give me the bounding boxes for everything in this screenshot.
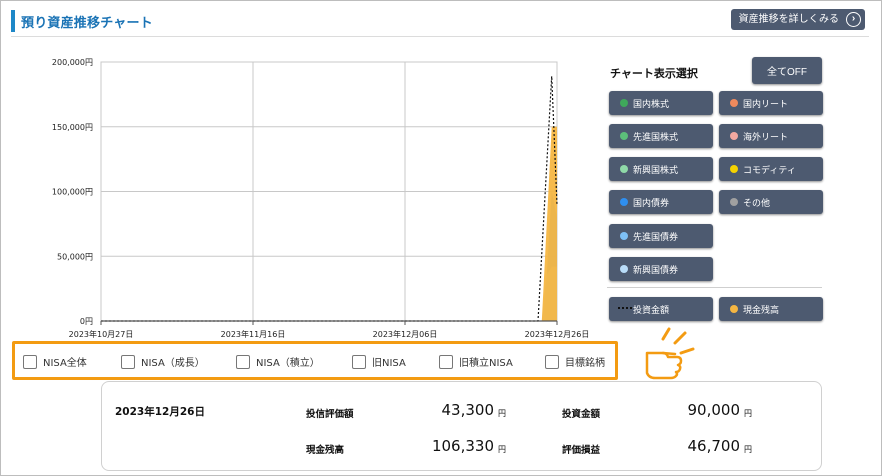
dot-icon xyxy=(730,305,738,313)
filter-label: 目標銘柄 xyxy=(565,358,605,369)
category-button-8[interactable]: その他 xyxy=(719,190,823,214)
category-label: コモディティ xyxy=(743,164,796,175)
filter-option-6[interactable]: 目標銘柄 xyxy=(545,353,605,370)
fund-value: 43,300 xyxy=(441,401,495,419)
filter-label: NISA（積立） xyxy=(256,358,320,369)
filter-checkbox[interactable] xyxy=(439,354,453,369)
y-tick-label: 200,000円 xyxy=(52,58,93,67)
header: 預り資産推移チャート 資産推移を詳しくみる › xyxy=(11,9,869,37)
dotted-line-icon xyxy=(618,307,632,309)
filter-checkbox[interactable] xyxy=(545,354,559,369)
dot-icon xyxy=(730,198,738,206)
filter-checkbox[interactable] xyxy=(236,354,250,369)
filter-option-4[interactable]: 旧NISA xyxy=(352,353,406,370)
dot-icon xyxy=(620,165,628,173)
category-label: 国内株式 xyxy=(633,98,670,109)
dot-icon xyxy=(620,232,628,240)
x-tick-label: 2023年12月06日 xyxy=(373,329,438,339)
investment-label: 投資金額 xyxy=(562,409,601,420)
chevron-right-circle-icon: › xyxy=(846,12,861,27)
category-button-2[interactable]: 国内リート xyxy=(719,91,823,115)
category-button-7[interactable]: 国内債券 xyxy=(609,190,713,214)
filter-option-3[interactable]: NISA（積立） xyxy=(236,353,320,370)
y-tick-label: 0円 xyxy=(80,317,93,326)
fund-value-unit: 円 xyxy=(498,409,506,418)
nisa-filter-bar: NISA全体 NISA（成長） NISA（積立） 旧NISA 旧積立NISA 目標銘柄 xyxy=(12,341,618,380)
cash-label: 現金残高 xyxy=(306,445,345,456)
x-tick-label: 2023年11月16日 xyxy=(221,329,286,339)
category-button-4[interactable]: 海外リート xyxy=(719,124,823,148)
category-label: 新興国債券 xyxy=(633,264,679,275)
all-off-button[interactable]: 全てOFF xyxy=(752,57,822,84)
category-label: 先進国債券 xyxy=(633,231,679,242)
category-label: 新興国株式 xyxy=(633,164,679,175)
pl-unit: 円 xyxy=(744,445,752,454)
category-label: 海外リート xyxy=(743,131,789,142)
dot-icon xyxy=(620,265,628,273)
asset-detail-button[interactable]: 資産推移を詳しくみる › xyxy=(730,9,865,30)
category-button-11[interactable]: 投資金額 xyxy=(609,297,713,321)
category-button-5[interactable]: 新興国株式 xyxy=(609,157,713,181)
y-tick-label: 50,000円 xyxy=(57,252,93,261)
category-button-1[interactable]: 国内株式 xyxy=(609,91,713,115)
fund-value-label: 投信評価額 xyxy=(306,409,354,420)
cash-value: 106,330 xyxy=(431,437,494,455)
dot-icon xyxy=(730,165,738,173)
investment-unit: 円 xyxy=(744,409,752,418)
filter-checkbox[interactable] xyxy=(121,354,135,369)
filter-option-1[interactable]: NISA全体 xyxy=(23,353,87,370)
app-frame: 預り資産推移チャート 資産推移を詳しくみる › 200,000円 150,000円… xyxy=(0,0,882,476)
panel-title: チャート表示選択 xyxy=(610,67,698,80)
pl-label: 評価損益 xyxy=(562,445,601,456)
category-label: 国内債券 xyxy=(633,197,670,208)
category-button-9[interactable]: 先進国債券 xyxy=(609,224,713,248)
pl-value: 46,700 xyxy=(687,437,741,455)
filter-option-2[interactable]: NISA（成長） xyxy=(121,353,205,370)
dot-icon xyxy=(620,198,628,206)
cash-unit: 円 xyxy=(498,445,506,454)
page-title: 預り資産推移チャート xyxy=(21,16,153,31)
x-tick-label: 2023年10月27日 xyxy=(69,329,134,339)
category-label: 先進国株式 xyxy=(633,131,679,142)
y-tick-label: 150,000円 xyxy=(52,123,93,132)
dot-icon xyxy=(620,132,628,140)
panel-divider xyxy=(607,287,822,288)
pointing-hand-icon xyxy=(645,327,695,380)
dot-icon xyxy=(730,99,738,107)
chart-grid xyxy=(100,61,558,322)
filter-label: NISA（成長） xyxy=(141,358,205,369)
category-label: その他 xyxy=(743,197,771,208)
category-button-6[interactable]: コモディティ xyxy=(719,157,823,181)
investment-value: 90,000 xyxy=(687,401,741,419)
category-label: 現金残高 xyxy=(743,304,780,315)
x-tick-label: 2023年12月26日 xyxy=(525,329,590,339)
summary-date: 2023年12月26日 xyxy=(115,406,205,418)
category-button-10[interactable]: 新興国債券 xyxy=(609,257,713,281)
filter-label: NISA全体 xyxy=(43,358,87,369)
header-accent-bar xyxy=(11,10,15,32)
summary-card: 2023年12月26日 投信評価額 43,300 円 投資金額 90,000 円… xyxy=(101,381,822,471)
asset-detail-button-label: 資産推移を詳しくみる xyxy=(738,14,839,25)
category-label: 投資金額 xyxy=(633,304,670,315)
category-label: 国内リート xyxy=(743,98,789,109)
category-button-3[interactable]: 先進国株式 xyxy=(609,124,713,148)
filter-label: 旧積立NISA xyxy=(459,358,513,369)
y-tick-label: 100,000円 xyxy=(52,188,93,197)
asset-chart: 200,000円 150,000円 100,000円 50,000円 0円 2023年10… xyxy=(52,58,590,339)
dot-icon xyxy=(620,99,628,107)
filter-option-5[interactable]: 旧積立NISA xyxy=(439,353,513,370)
dot-icon xyxy=(730,132,738,140)
filter-checkbox[interactable] xyxy=(352,354,366,369)
category-button-12[interactable]: 現金残高 xyxy=(719,297,823,321)
filter-label: 旧NISA xyxy=(372,358,406,369)
filter-checkbox[interactable] xyxy=(23,354,37,369)
